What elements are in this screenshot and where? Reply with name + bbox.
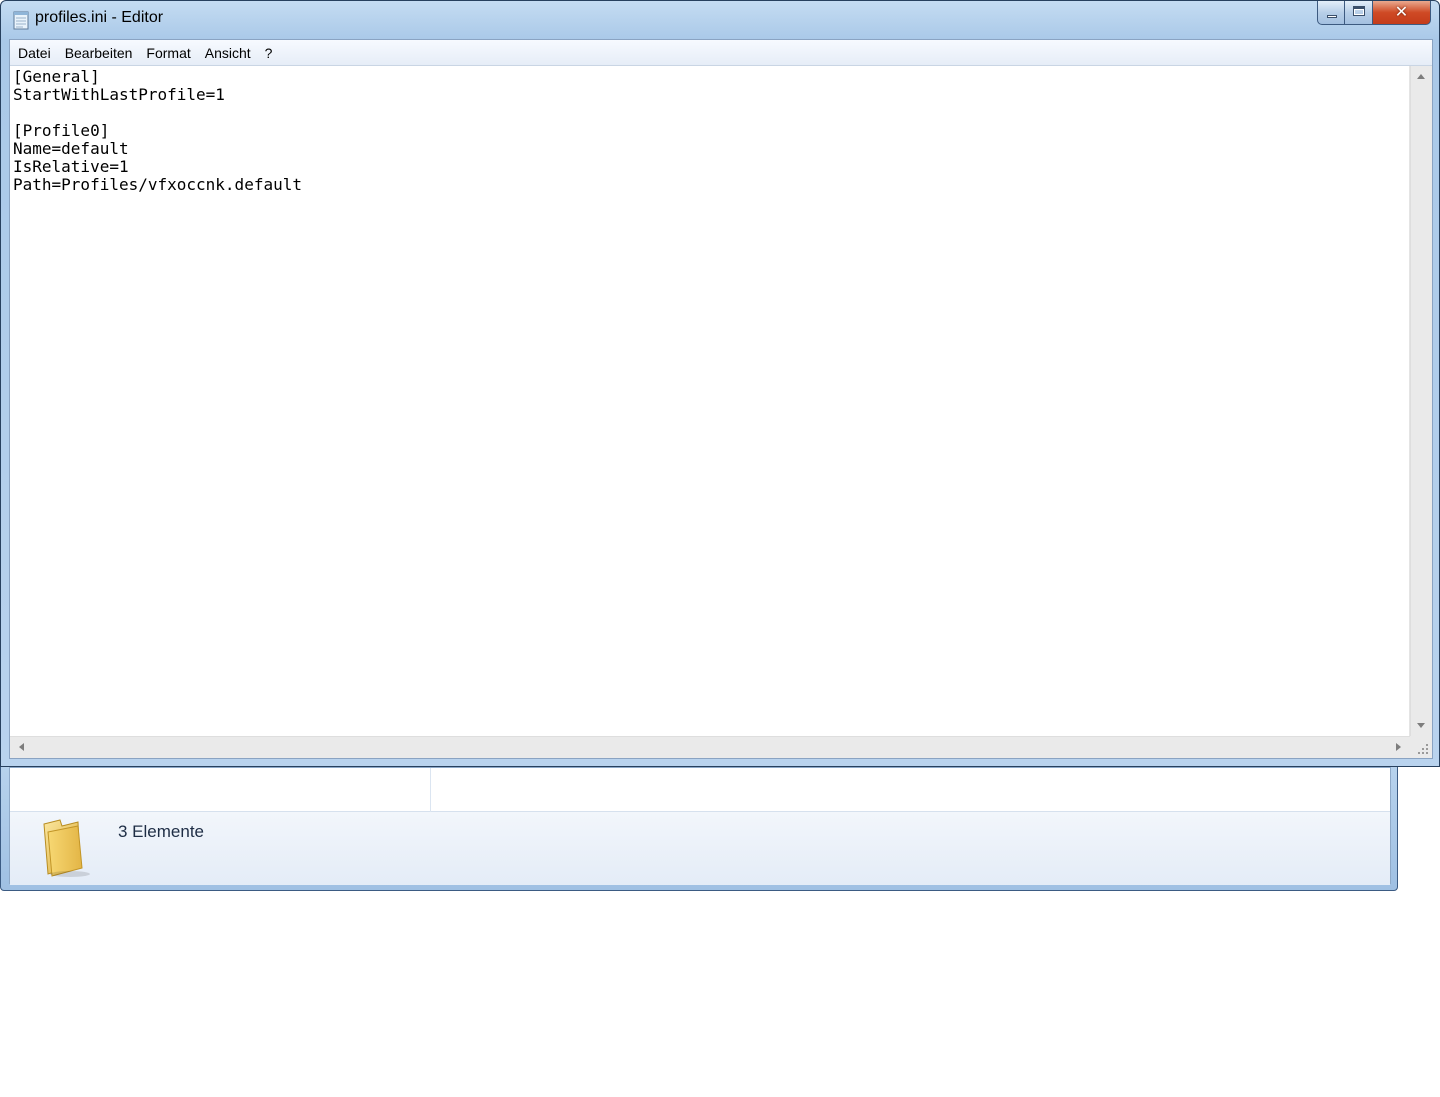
scroll-up-icon[interactable] [1417,74,1425,79]
close-button[interactable]: ✕ [1373,1,1431,25]
folder-icon [43,819,90,877]
editor-content[interactable]: [General] StartWithLastProfile=1 [Profil… [10,66,1409,196]
menu-ansicht[interactable]: Ansicht [198,41,258,65]
minimize-button[interactable] [1317,1,1345,25]
window-title: profiles.ini - Editor [35,9,164,26]
menu-bearbeiten[interactable]: Bearbeiten [58,41,140,65]
vertical-scrollbar[interactable] [1410,66,1432,736]
minimize-icon [1327,15,1337,18]
explorer-content: 3 Elemente [9,767,1391,885]
notepad-icon [13,11,29,30]
menu-help[interactable]: ? [258,41,280,65]
close-icon: ✕ [1394,2,1409,21]
items-count: 3 Elemente [118,822,204,841]
explorer-file-area[interactable] [10,768,1390,812]
client-area: Datei Bearbeiten Format Ansicht ? [Gener… [9,39,1433,759]
menu-datei[interactable]: Datei [11,41,58,65]
details-pane: 3 Elemente [10,812,1390,885]
menu-bar: Datei Bearbeiten Format Ansicht ? [10,40,1432,66]
maximize-icon [1353,6,1365,16]
title-bar[interactable]: profiles.ini - Editor ✕ [1,1,1439,39]
scroll-right-icon[interactable] [1396,743,1401,751]
window-controls: ✕ [1317,1,1431,25]
pane-divider[interactable] [430,768,431,812]
maximize-button[interactable] [1345,1,1373,25]
resize-grip-icon [1418,744,1428,754]
notepad-window: profiles.ini - Editor ✕ Datei Bearbeiten… [0,0,1440,767]
menu-format[interactable]: Format [139,41,197,65]
resize-grip[interactable] [1410,736,1432,758]
scroll-left-icon[interactable] [19,743,24,751]
text-editor[interactable]: [General] StartWithLastProfile=1 [Profil… [10,66,1410,736]
horizontal-scrollbar[interactable] [10,736,1410,758]
scroll-down-icon[interactable] [1417,723,1425,728]
